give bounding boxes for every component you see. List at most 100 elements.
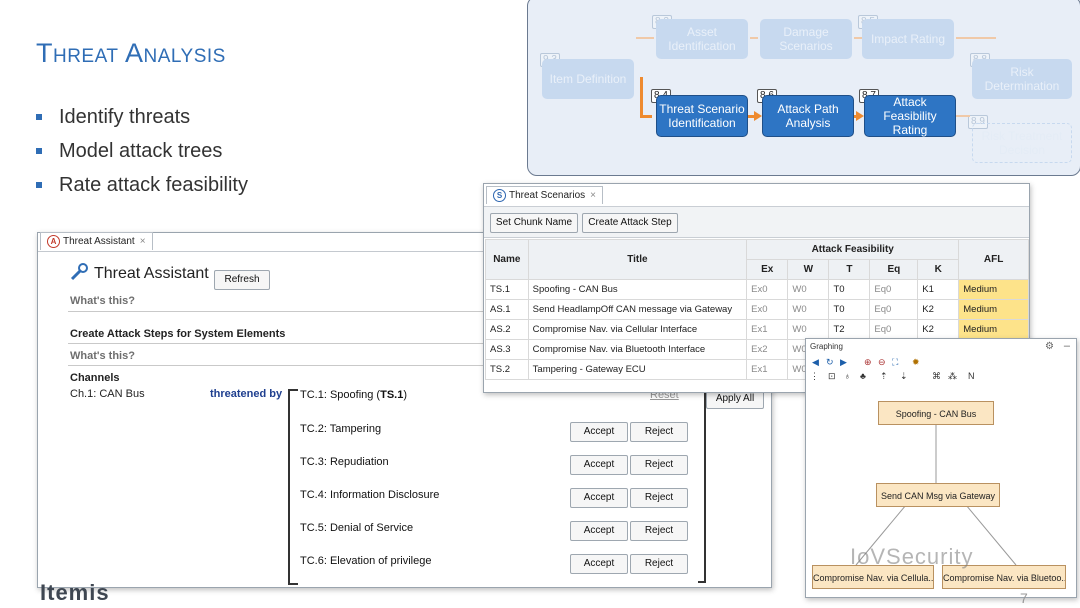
process-arrow bbox=[956, 37, 996, 39]
threatened-by-label: threatened by bbox=[210, 388, 283, 400]
threat-item: TC.3: Repudiation bbox=[300, 456, 389, 468]
threat-item: TC.6: Elevation of privilege bbox=[300, 555, 432, 567]
tab-label: Threat Assistant bbox=[63, 236, 135, 247]
divider bbox=[68, 311, 508, 312]
close-icon[interactable]: × bbox=[140, 236, 146, 247]
cell-eq: Eq0 bbox=[869, 319, 919, 340]
cell-title: Compromise Nav. via Cellular Interface bbox=[527, 319, 748, 340]
cell-name: AS.2 bbox=[485, 319, 529, 340]
bracket-right bbox=[698, 387, 706, 583]
divider bbox=[68, 343, 508, 344]
bullet-text: Rate attack feasibility bbox=[59, 174, 248, 196]
cell-eq: Eq0 bbox=[869, 299, 919, 320]
footer-logo: Itemis bbox=[40, 580, 110, 605]
cell-afl: Medium bbox=[958, 319, 1029, 340]
bullet-icon bbox=[36, 114, 42, 120]
arrow-head-icon bbox=[856, 111, 864, 121]
column-header[interactable]: Eq bbox=[869, 259, 919, 280]
threat-suffix: ) bbox=[403, 389, 407, 401]
assistant-title: Threat Assistant bbox=[94, 265, 209, 282]
threat-label: TC.1: Spoofing ( bbox=[300, 389, 381, 401]
bullet-text: Identify threats bbox=[59, 106, 191, 128]
process-box-attack-feasibility-rating: Attack Feasibility Rating bbox=[864, 95, 956, 137]
page-number: 7 bbox=[1020, 590, 1028, 606]
section-heading: Create Attack Steps for System Elements bbox=[70, 328, 286, 340]
cell-t: T2 bbox=[828, 319, 871, 340]
column-header[interactable]: W bbox=[787, 259, 830, 280]
threat-item: TC.2: Tampering bbox=[300, 423, 382, 435]
column-group-header: Attack Feasibility bbox=[746, 239, 960, 260]
watermark-text: IoVSecurity bbox=[850, 544, 974, 569]
cell-title: Spoofing - CAN Bus bbox=[527, 279, 748, 300]
cell-k: K1 bbox=[917, 279, 960, 300]
cell-w: W0 bbox=[787, 279, 830, 300]
channels-heading: Channels bbox=[70, 372, 120, 384]
cell-ex: Ex1 bbox=[746, 359, 789, 380]
process-arrow bbox=[956, 115, 970, 117]
column-header[interactable]: Title bbox=[527, 239, 748, 280]
cell-w: W0 bbox=[787, 319, 830, 340]
channel-label: Ch.1: CAN Bus bbox=[70, 388, 145, 400]
cell-name: AS.3 bbox=[485, 339, 529, 360]
accept-button[interactable]: Accept bbox=[570, 554, 628, 574]
column-header[interactable]: AFL bbox=[958, 239, 1029, 280]
reject-button[interactable]: Reject bbox=[630, 455, 688, 475]
set-chunk-name-button[interactable]: Set Chunk Name bbox=[490, 213, 578, 233]
cell-name: TS.2 bbox=[485, 359, 529, 380]
column-header[interactable]: Ex bbox=[746, 259, 789, 280]
cell-title: Tampering - Gateway ECU bbox=[527, 359, 748, 380]
accept-button[interactable]: Accept bbox=[570, 455, 628, 475]
process-arrow bbox=[640, 77, 643, 117]
cell-ex: Ex2 bbox=[746, 339, 789, 360]
process-arrow bbox=[636, 37, 654, 39]
accept-button[interactable]: Accept bbox=[570, 488, 628, 508]
process-box-impact-rating: Impact Rating bbox=[862, 19, 954, 59]
table-row[interactable]: AS.1 Send HeadlampOff CAN message via Ga… bbox=[485, 299, 1029, 320]
threat-item: TC.1: Spoofing (TS.1) bbox=[300, 389, 407, 401]
table-row[interactable]: TS.1 Spoofing - CAN Bus Ex0 W0 T0 Eq0 K1… bbox=[485, 279, 1029, 300]
graph-node[interactable]: Send CAN Msg via Gateway bbox=[876, 483, 1000, 507]
bullet-item: Rate attack feasibility bbox=[36, 168, 248, 202]
process-diagram: 8.3 Asset Identification Damage Scenario… bbox=[527, 0, 1080, 176]
column-header[interactable]: Name bbox=[485, 239, 529, 280]
reject-button[interactable]: Reject bbox=[630, 554, 688, 574]
process-box-asset-identification: Asset Identification bbox=[656, 19, 748, 59]
slide-title: Threat Analysis bbox=[36, 38, 226, 68]
cell-k: K2 bbox=[917, 319, 960, 340]
divider bbox=[68, 365, 508, 366]
whats-this-link[interactable]: What's this? bbox=[70, 295, 135, 307]
bullet-text: Model attack trees bbox=[59, 140, 223, 162]
bullet-list: Identify threats Model attack trees Rate… bbox=[36, 100, 248, 202]
refresh-button[interactable]: Refresh bbox=[214, 270, 270, 290]
cell-t: T0 bbox=[828, 279, 871, 300]
process-arrow bbox=[854, 37, 862, 39]
cell-title: Send HeadlampOff CAN message via Gateway bbox=[527, 299, 748, 320]
threat-item: TC.5: Denial of Service bbox=[300, 522, 414, 534]
bullet-item: Identify threats bbox=[36, 100, 248, 134]
column-header[interactable]: K bbox=[917, 259, 960, 280]
scenario-badge-icon: S bbox=[493, 189, 506, 202]
bullet-icon bbox=[36, 148, 42, 154]
accept-button[interactable]: Accept bbox=[570, 422, 628, 442]
bracket-left bbox=[288, 389, 298, 585]
table-row[interactable]: AS.2 Compromise Nav. via Cellular Interf… bbox=[485, 319, 1029, 340]
graph-node[interactable]: Spoofing - CAN Bus bbox=[878, 401, 994, 425]
whats-this-link[interactable]: What's this? bbox=[70, 350, 135, 362]
cell-k: K2 bbox=[917, 299, 960, 320]
create-attack-step-button[interactable]: Create Attack Step bbox=[582, 213, 678, 233]
tab-threat-assistant[interactable]: A Threat Assistant × bbox=[40, 232, 153, 250]
reject-button[interactable]: Reject bbox=[630, 521, 688, 541]
tab-threat-scenarios[interactable]: S Threat Scenarios × bbox=[486, 186, 603, 204]
reject-button[interactable]: Reject bbox=[630, 488, 688, 508]
accept-button[interactable]: Accept bbox=[570, 521, 628, 541]
bullet-icon bbox=[36, 182, 42, 188]
close-icon[interactable]: × bbox=[590, 190, 596, 201]
tab-label: Threat Scenarios bbox=[509, 190, 586, 201]
process-box-risk-determination: Risk Determination bbox=[972, 59, 1072, 99]
cell-title: Compromise Nav. via Bluetooth Interface bbox=[527, 339, 748, 360]
cell-ex: Ex0 bbox=[746, 299, 789, 320]
threat-ref[interactable]: TS.1 bbox=[380, 389, 403, 401]
column-header[interactable]: T bbox=[828, 259, 871, 280]
process-arrow bbox=[750, 37, 758, 39]
reject-button[interactable]: Reject bbox=[630, 422, 688, 442]
